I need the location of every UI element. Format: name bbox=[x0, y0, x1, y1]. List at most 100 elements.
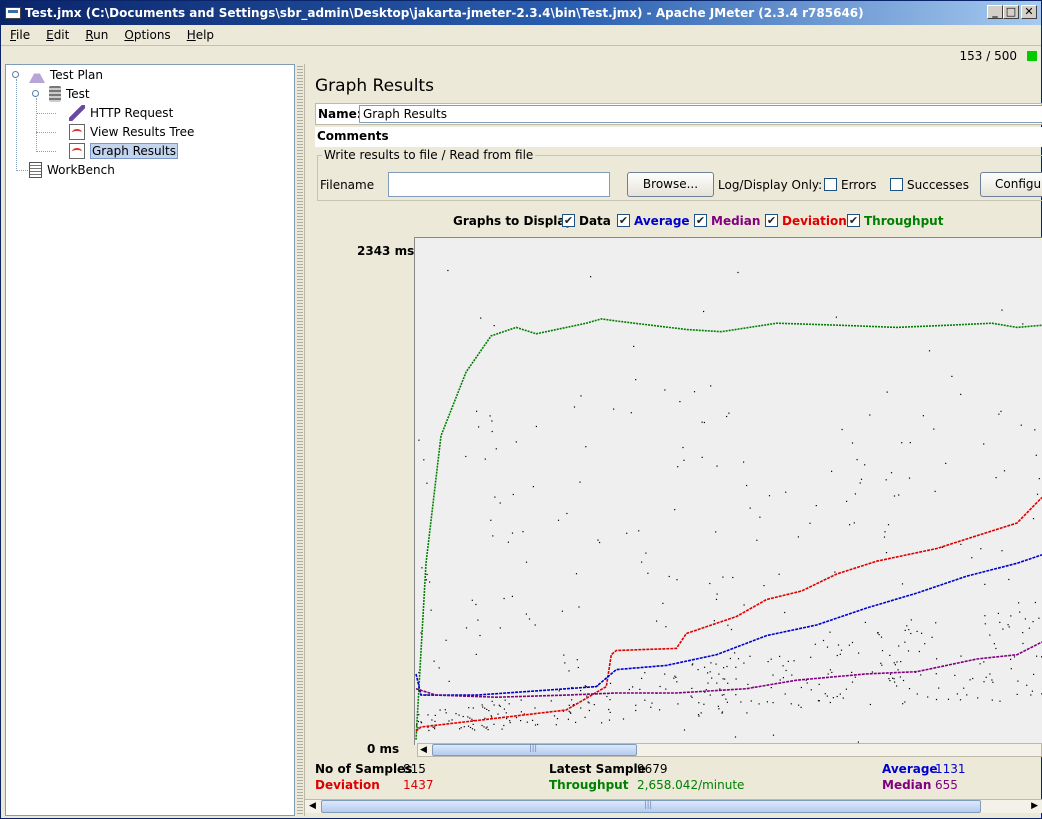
tree-item-graph-results[interactable]: Graph Results bbox=[69, 142, 178, 160]
tree-item-label: Test Plan bbox=[50, 68, 103, 82]
data-sample-point bbox=[711, 677, 713, 679]
tree-item-label: Graph Results bbox=[90, 143, 178, 159]
data-sample-point bbox=[810, 689, 812, 691]
data-sample-point bbox=[778, 573, 780, 575]
data-sample-point bbox=[887, 524, 890, 526]
data-sample-point bbox=[490, 519, 492, 521]
data-sample-point bbox=[900, 661, 902, 663]
errors-label: Errors bbox=[841, 178, 877, 192]
scroll-left-arrow-icon[interactable]: ◀ bbox=[309, 801, 316, 811]
data-sample-point bbox=[501, 728, 503, 730]
data-sample-point bbox=[945, 462, 947, 464]
minimize-button[interactable]: _ bbox=[987, 5, 1003, 19]
successes-label: Successes bbox=[907, 178, 969, 192]
data-sample-point bbox=[460, 727, 462, 729]
data-sample-point bbox=[980, 548, 982, 550]
menu-edit[interactable]: Edit bbox=[37, 28, 76, 42]
data-sample-point bbox=[520, 711, 522, 713]
menu-options[interactable]: Options bbox=[115, 28, 177, 42]
data-sample-point bbox=[645, 552, 647, 554]
data-sample-point bbox=[818, 683, 820, 685]
data-sample-point bbox=[707, 682, 709, 684]
data-sample-point bbox=[497, 713, 499, 715]
data-sample-point bbox=[520, 699, 522, 701]
scroll-right-arrow-icon[interactable]: ▶ bbox=[1031, 801, 1038, 811]
menu-help[interactable]: Help bbox=[178, 28, 221, 42]
comments-field[interactable] bbox=[390, 127, 1042, 145]
data-sample-point bbox=[490, 715, 492, 717]
data-sample-point bbox=[638, 530, 640, 532]
successes-checkbox[interactable] bbox=[890, 178, 903, 191]
panel-horizontal-scrollbar[interactable]: ◀ ▶ bbox=[305, 799, 1042, 813]
tree-connector bbox=[16, 170, 28, 171]
app-window-icon bbox=[5, 7, 21, 19]
data-sample-point bbox=[743, 662, 745, 664]
graph-results-panel: Graph Results Name: Comments: Write resu… bbox=[304, 64, 1042, 816]
deviation-checkbox[interactable]: ✔ bbox=[765, 214, 778, 227]
data-sample-point bbox=[1024, 618, 1026, 620]
tree-item-http-request[interactable]: HTTP Request bbox=[69, 104, 173, 122]
jmeter-window: Test.jmx (C:\Documents and Settings\sbr_… bbox=[0, 0, 1042, 819]
menu-run[interactable]: Run bbox=[76, 28, 115, 42]
data-sample-point bbox=[421, 567, 423, 569]
data-sample-point bbox=[532, 719, 534, 721]
tree-expand-toggle[interactable] bbox=[12, 71, 19, 78]
data-sample-point bbox=[767, 661, 769, 663]
tree-item-view-results-tree[interactable]: View Results Tree bbox=[69, 123, 194, 141]
scrollbar-thumb[interactable] bbox=[321, 800, 981, 813]
scroll-left-arrow-icon[interactable]: ◀ bbox=[420, 745, 427, 755]
tree-item-thread-group[interactable]: Test bbox=[49, 85, 90, 103]
data-sample-point bbox=[995, 647, 997, 650]
throughput-checkbox[interactable]: ✔ bbox=[847, 214, 860, 227]
title-bar[interactable]: Test.jmx (C:\Documents and Settings\sbr_… bbox=[1, 1, 1041, 25]
median-checkbox[interactable]: ✔ bbox=[694, 214, 707, 227]
scrollbar-thumb[interactable] bbox=[432, 743, 637, 756]
browse-button[interactable]: Browse... bbox=[627, 172, 714, 197]
graphs-to-display-label: Graphs to Display bbox=[453, 214, 573, 228]
maximize-button[interactable]: □ bbox=[1003, 5, 1019, 19]
data-sample-point bbox=[826, 646, 829, 648]
data-sample-point bbox=[633, 345, 635, 347]
tree-connector bbox=[36, 132, 56, 133]
split-pane-divider[interactable] bbox=[297, 64, 303, 816]
name-field[interactable] bbox=[359, 105, 1042, 123]
data-sample-point bbox=[908, 688, 911, 690]
close-button[interactable]: ✕ bbox=[1021, 5, 1037, 19]
data-sample-point bbox=[426, 482, 428, 484]
samples-value: 815 bbox=[403, 762, 426, 776]
data-sample-point bbox=[495, 448, 497, 450]
tree-item-workbench[interactable]: WorkBench bbox=[29, 161, 115, 179]
data-sample-point bbox=[963, 687, 965, 689]
data-checkbox[interactable]: ✔ bbox=[562, 214, 575, 227]
configure-button[interactable]: Configu bbox=[980, 172, 1042, 197]
graph-horizontal-scrollbar[interactable]: ◀ bbox=[417, 743, 1042, 757]
data-sample-point bbox=[883, 536, 886, 538]
data-sample-point bbox=[525, 561, 528, 563]
data-sample-point bbox=[892, 677, 894, 679]
data-sample-point bbox=[837, 644, 840, 646]
data-sample-point bbox=[790, 703, 792, 705]
average-checkbox[interactable]: ✔ bbox=[617, 214, 630, 227]
data-sample-point bbox=[894, 681, 896, 683]
menu-file[interactable]: File bbox=[1, 28, 37, 42]
data-sample-point bbox=[613, 408, 615, 410]
filename-field[interactable] bbox=[388, 172, 610, 197]
data-sample-point bbox=[984, 615, 986, 617]
tree-item-test-plan[interactable]: Test Plan bbox=[29, 66, 103, 84]
data-sample-point bbox=[674, 509, 676, 511]
data-sample-point bbox=[746, 712, 748, 714]
data-sample-point bbox=[723, 667, 725, 669]
errors-checkbox[interactable] bbox=[824, 178, 837, 191]
data-sample-point bbox=[494, 496, 496, 498]
data-sample-point bbox=[977, 697, 979, 699]
data-sample-point bbox=[525, 613, 527, 615]
data-sample-point bbox=[425, 579, 428, 581]
data-sample-point bbox=[710, 385, 712, 387]
data-sample-point bbox=[647, 572, 649, 574]
data-sample-point bbox=[728, 412, 730, 414]
data-sample-point bbox=[485, 727, 487, 729]
tree-expand-toggle[interactable] bbox=[32, 90, 39, 97]
file-group-title: Write results to file / Read from file bbox=[322, 148, 536, 162]
deviation-value: 1437 bbox=[403, 778, 434, 792]
data-sample-point bbox=[478, 426, 480, 428]
